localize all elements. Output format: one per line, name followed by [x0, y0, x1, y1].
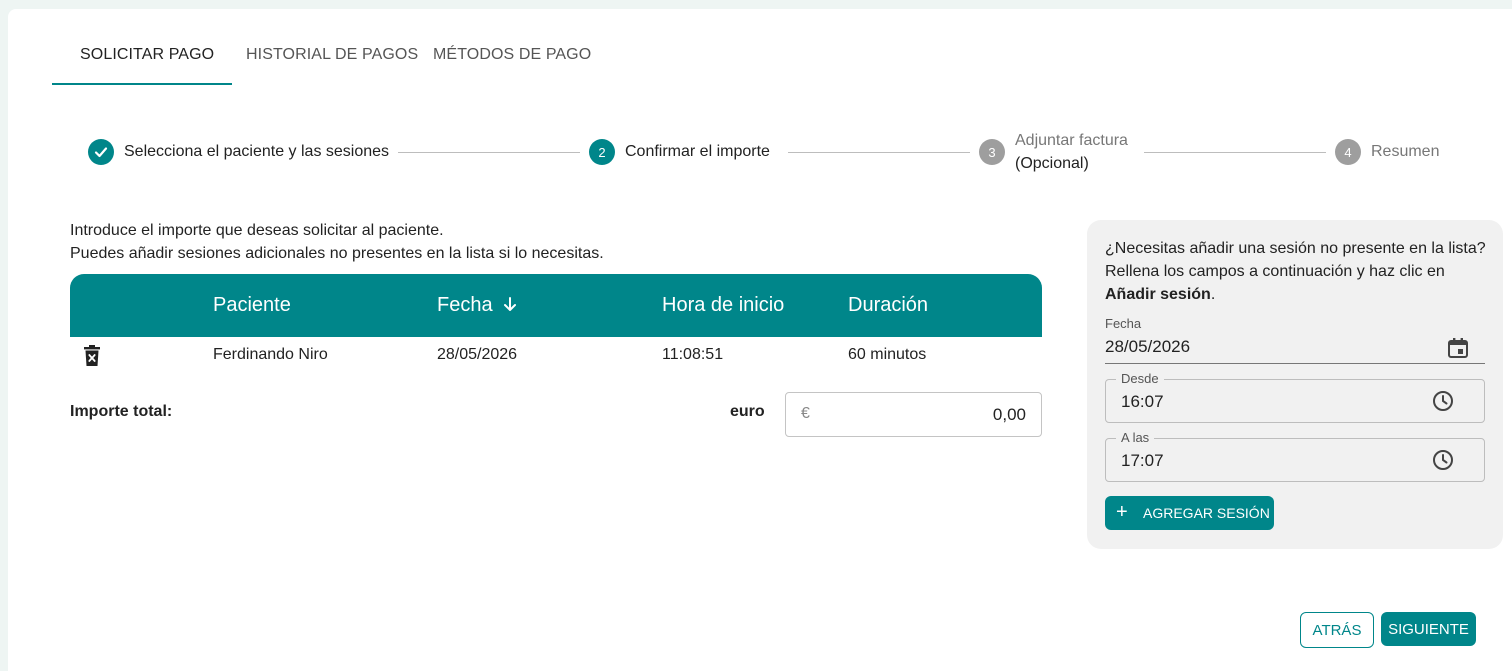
next-button[interactable]: SIGUIENTE [1381, 612, 1476, 646]
add-session-button-label: AGREGAR SESIÓN [1143, 505, 1270, 521]
step-connector [398, 152, 580, 153]
add-session-button[interactable]: + AGREGAR SESIÓN [1105, 496, 1274, 530]
column-header-date[interactable]: Fecha [437, 294, 518, 317]
step-connector [788, 152, 970, 153]
step-3-number: 3 [979, 139, 1005, 165]
delete-row-icon[interactable] [83, 345, 101, 367]
amount-value: 0,00 [992, 405, 1026, 424]
to-time-value: 17:07 [1121, 451, 1164, 470]
cell-date: 28/05/2026 [437, 346, 518, 363]
amount-input[interactable]: € 0,00 [785, 392, 1042, 437]
intro-line-1: Introduce el importe que deseas solicita… [70, 222, 444, 239]
step-3-label: Adjuntar factura [1015, 132, 1128, 149]
step-connector [1144, 152, 1326, 153]
step-3-sublabel: (Opcional) [1015, 155, 1089, 172]
from-time-field[interactable]: Desde 16:07 [1105, 371, 1485, 423]
clock-icon[interactable] [1432, 390, 1454, 412]
cell-duration: 60 minutos [848, 346, 927, 363]
arrow-down-icon [504, 297, 517, 311]
to-time-field[interactable]: A las 17:07 [1105, 430, 1485, 482]
plus-icon: + [1116, 501, 1128, 523]
currency-label: euro [730, 403, 765, 420]
add-session-instructions: ¿Necesitas añadir una sesión no presente… [1105, 240, 1486, 303]
column-header-duration[interactable]: Duración [848, 294, 928, 317]
date-field-label: Fecha [1105, 316, 1142, 331]
add-session-panel: ¿Necesitas añadir una sesión no presente… [1087, 220, 1503, 549]
tab-historial-de-pagos[interactable]: HISTORIAL DE PAGOS [246, 46, 418, 64]
from-time-value: 16:07 [1121, 392, 1164, 411]
step-2-number: 2 [589, 139, 615, 165]
step-1-label: Selecciona el paciente y las sesiones [124, 143, 390, 160]
from-time-label: Desde [1116, 371, 1164, 386]
tab-solicitar-pago[interactable]: SOLICITAR PAGO [80, 46, 214, 64]
calendar-icon[interactable] [1447, 337, 1469, 359]
step-4-label: Resumen [1371, 143, 1440, 160]
back-button[interactable]: ATRÁS [1300, 612, 1374, 648]
date-field-underline [1105, 363, 1485, 364]
column-header-start-time[interactable]: Hora de inicio [662, 294, 784, 317]
euro-symbol: € [801, 405, 810, 422]
tab-metodos-de-pago[interactable]: MÉTODOS DE PAGO [433, 46, 591, 64]
date-field[interactable]: 28/05/2026 [1105, 337, 1190, 357]
column-header-patient[interactable]: Paciente [213, 294, 291, 317]
step-2-label: Confirmar el importe [625, 143, 770, 160]
total-label: Importe total: [70, 403, 173, 420]
clock-icon[interactable] [1432, 449, 1454, 471]
to-time-label: A las [1116, 430, 1155, 445]
cell-start-time: 11:08:51 [662, 346, 724, 363]
table-header: Paciente Fecha Hora de inicio Duración [70, 274, 1042, 337]
intro-line-2: Puedes añadir sesiones adicionales no pr… [70, 245, 604, 262]
step-4-number: 4 [1335, 139, 1361, 165]
active-tab-indicator [52, 83, 232, 85]
column-header-date-label: Fecha [437, 294, 493, 316]
step-1-check-icon [88, 139, 114, 165]
cell-patient: Ferdinando Niro [213, 346, 328, 363]
